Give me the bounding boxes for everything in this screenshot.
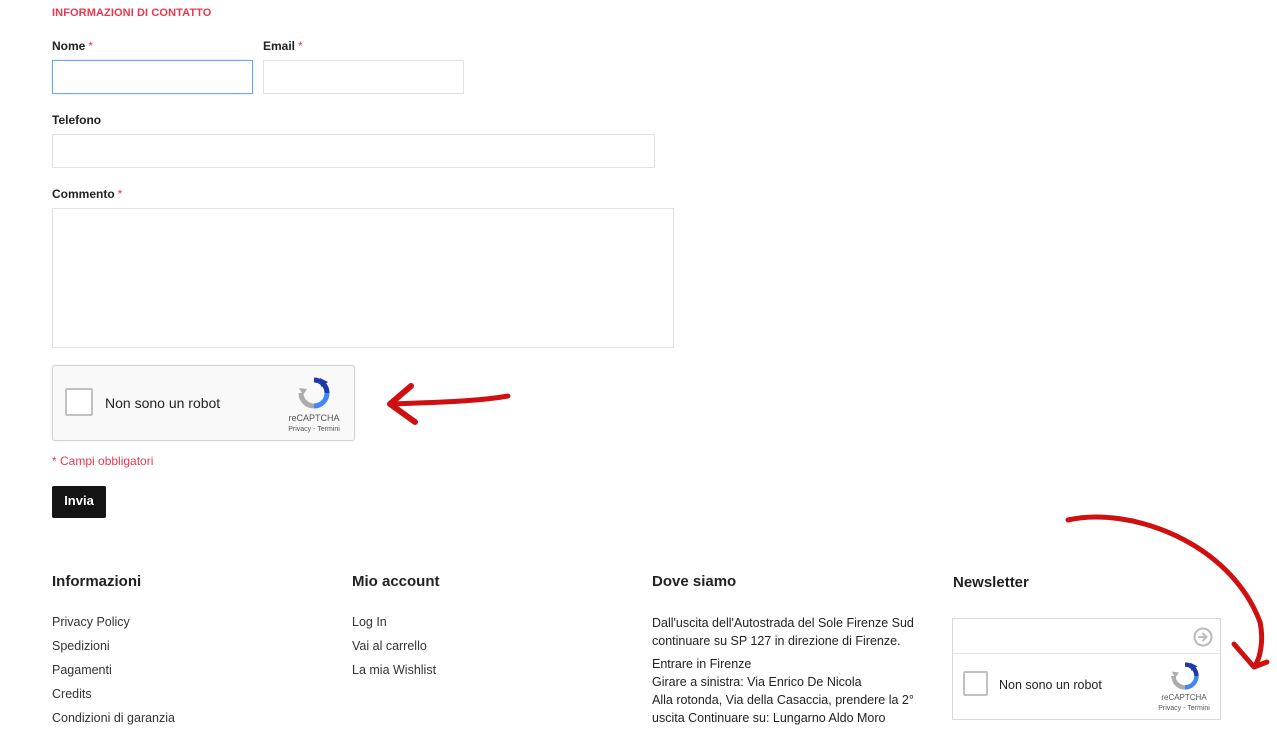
- footer-link-warranty[interactable]: Condizioni di garanzia: [52, 711, 175, 725]
- required-mark: *: [298, 39, 303, 53]
- required-fields-note: * Campi obbligatori: [52, 454, 154, 468]
- footer-location-text-1: Dall'uscita dell'Autostrada del Sole Fir…: [652, 616, 914, 648]
- recaptcha-checkbox[interactable]: [65, 388, 93, 416]
- required-mark: *: [88, 39, 94, 53]
- annotation-curved-arrow-icon: [1060, 512, 1275, 677]
- footer-account-title: Mio account: [352, 573, 440, 590]
- footer-location-text-3: Girare a sinistra: Via Enrico De Nicola: [652, 675, 862, 689]
- email-label: Email *: [263, 39, 303, 53]
- recaptcha-links[interactable]: Privacy - Termini: [279, 426, 349, 433]
- footer-newsletter-title: Newsletter: [953, 574, 1029, 591]
- section-title: INFORMAZIONI DI CONTATTO: [52, 7, 212, 19]
- name-input[interactable]: [52, 60, 253, 94]
- newsletter-recaptcha-label: Non sono un robot: [999, 678, 1102, 692]
- footer-info-title: Informazioni: [52, 573, 142, 590]
- recaptcha-brand: reCAPTCHA: [288, 413, 340, 423]
- recaptcha-brand: reCAPTCHA: [1161, 693, 1207, 702]
- required-mark: *: [117, 187, 123, 201]
- comment-label: Commento *: [52, 187, 123, 201]
- recaptcha-label: Non sono un robot: [105, 395, 221, 411]
- footer-link-login[interactable]: Log In: [352, 615, 387, 629]
- recaptcha-logo-icon: [297, 376, 331, 410]
- footer-link-wishlist[interactable]: La mia Wishlist: [352, 663, 436, 677]
- comment-textarea[interactable]: [52, 208, 674, 348]
- newsletter-recaptcha-checkbox[interactable]: [963, 671, 988, 696]
- name-label: Nome *: [52, 39, 94, 53]
- footer-link-payments[interactable]: Pagamenti: [52, 663, 112, 677]
- submit-button[interactable]: Invia: [52, 486, 106, 518]
- phone-input[interactable]: [52, 134, 655, 168]
- email-input[interactable]: [263, 60, 464, 94]
- footer-link-privacy[interactable]: Privacy Policy: [52, 615, 130, 629]
- footer-link-cart[interactable]: Vai al carrello: [352, 639, 427, 653]
- recaptcha-links[interactable]: Privacy - Termini: [1149, 705, 1219, 712]
- recaptcha-widget: Non sono un robot reCAPTCHA Privacy - Te…: [52, 365, 355, 441]
- footer-location-text-4: Alla rotonda, Via della Casaccia, prende…: [652, 693, 914, 725]
- footer-location-title: Dove siamo: [652, 573, 737, 590]
- footer-location-text-2: Entrare in Firenze: [652, 657, 752, 671]
- annotation-arrow-icon: [385, 380, 515, 430]
- footer-link-credits[interactable]: Credits: [52, 687, 92, 701]
- footer-link-shipping[interactable]: Spedizioni: [52, 639, 110, 653]
- phone-label: Telefono: [52, 113, 102, 127]
